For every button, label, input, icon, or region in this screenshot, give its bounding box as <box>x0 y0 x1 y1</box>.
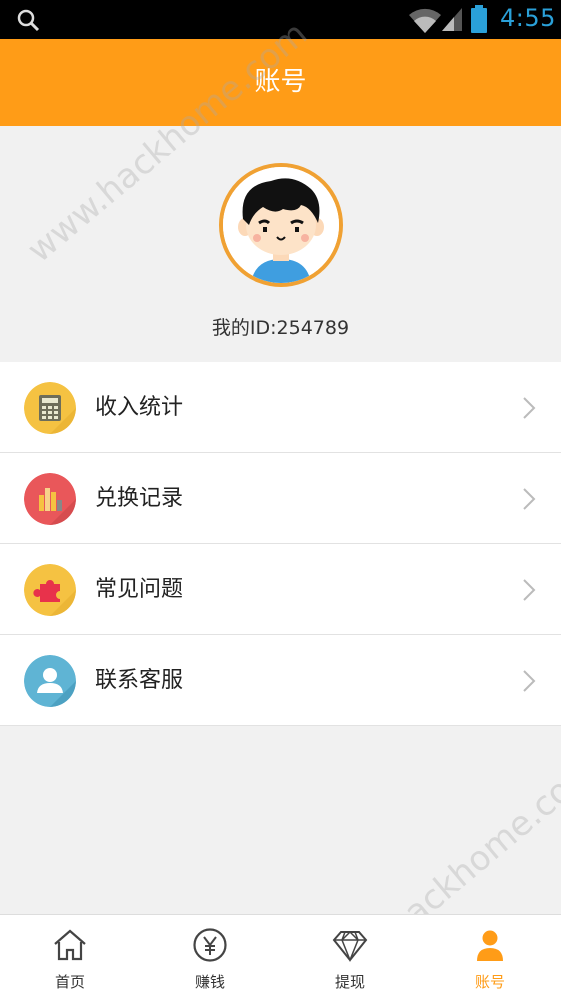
chevron-right-icon <box>523 579 536 601</box>
menu-item-customer-service[interactable]: 联系客服 <box>0 635 561 726</box>
menu-item-label: 收入统计 <box>95 395 184 420</box>
battery-icon <box>471 5 487 33</box>
user-id-text: 我的ID:254789 <box>211 317 350 339</box>
menu-list: 收入统计 兑换记录 常见问题 联系客服 <box>0 362 561 726</box>
tab-earn[interactable]: 赚钱 <box>140 915 280 999</box>
signal-icon <box>442 8 462 31</box>
menu-item-exchange-records[interactable]: 兑换记录 <box>0 453 561 544</box>
calculator-icon <box>24 382 76 434</box>
app-bar: 账号 <box>0 39 561 126</box>
yen-coin-icon <box>193 928 227 962</box>
tab-home[interactable]: 首页 <box>0 915 140 999</box>
search-icon[interactable] <box>16 8 40 32</box>
person-icon <box>477 930 503 961</box>
page-title: 账号 <box>254 67 307 97</box>
wifi-icon <box>409 8 441 34</box>
menu-item-label: 常见问题 <box>95 577 184 602</box>
tab-label: 账号 <box>474 973 505 991</box>
status-bar: 4:55 <box>0 0 561 39</box>
tab-account[interactable]: 账号 <box>420 915 560 999</box>
menu-item-label: 兑换记录 <box>95 486 184 511</box>
tab-label: 赚钱 <box>194 973 225 991</box>
menu-item-faq[interactable]: 常见问题 <box>0 544 561 635</box>
chevron-right-icon <box>523 488 536 510</box>
diamond-icon <box>332 930 368 963</box>
chevron-right-icon <box>523 670 536 692</box>
tab-withdraw[interactable]: 提现 <box>280 915 420 999</box>
bar-chart-icon <box>24 473 76 525</box>
profile-section: 我的ID:254789 <box>0 126 561 360</box>
tab-label: 提现 <box>334 973 365 991</box>
avatar[interactable] <box>219 163 343 287</box>
boy-avatar-icon <box>223 167 339 283</box>
puzzle-icon <box>24 564 76 616</box>
home-icon <box>54 929 86 961</box>
bottom-tab-bar: 首页 赚钱 提现 账号 <box>0 914 561 999</box>
menu-item-income-stats[interactable]: 收入统计 <box>0 362 561 453</box>
status-time: 4:55 <box>500 4 556 32</box>
chevron-right-icon <box>523 397 536 419</box>
person-icon <box>24 655 76 707</box>
menu-item-label: 联系客服 <box>95 668 184 693</box>
tab-label: 首页 <box>54 973 85 991</box>
